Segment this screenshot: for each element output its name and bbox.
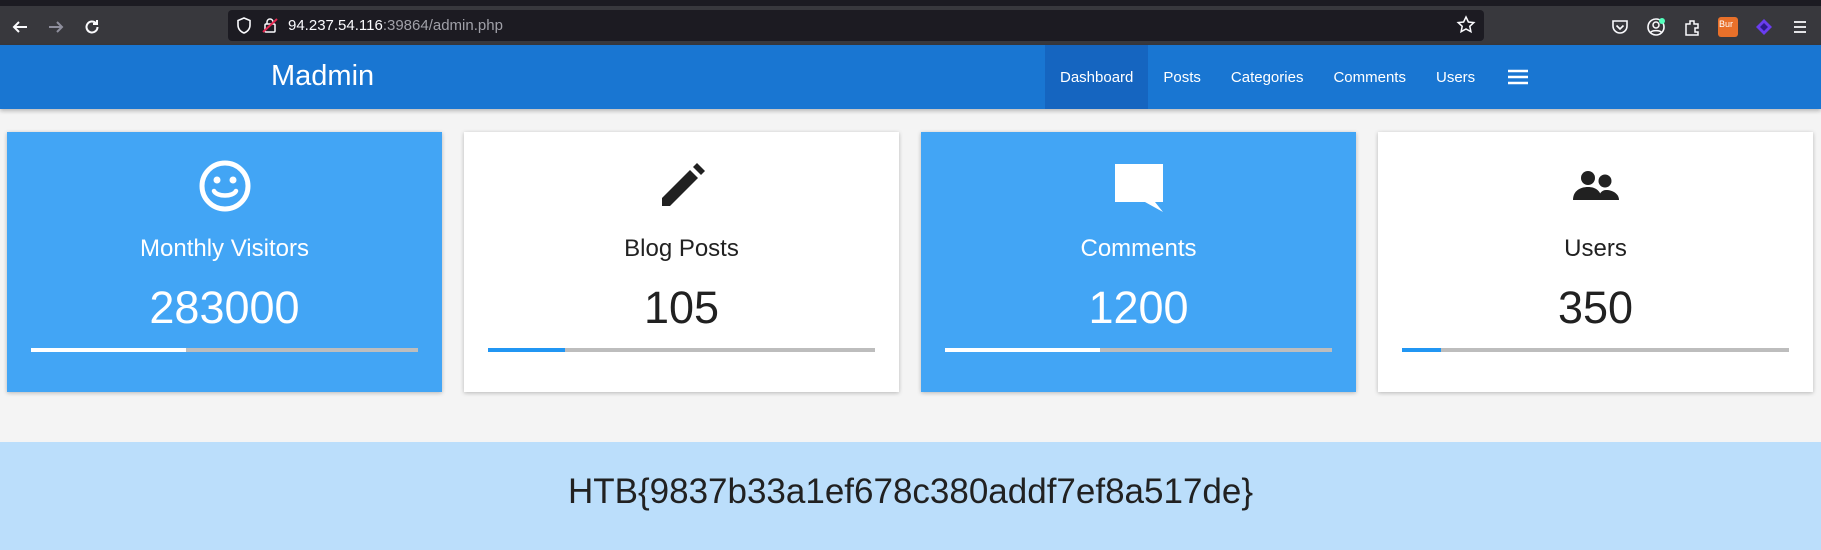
- comment-icon: [1114, 164, 1163, 212]
- browser-toolbar: 94.237.54.116:39864/admin.php Bur: [0, 0, 1821, 45]
- address-bar[interactable]: 94.237.54.116:39864/admin.php: [228, 10, 1484, 41]
- card-value: 1200: [1088, 282, 1189, 333]
- reload-icon: [85, 20, 99, 34]
- foxyproxy-icon[interactable]: [1752, 15, 1776, 39]
- extensions-icon[interactable]: [1680, 15, 1704, 39]
- forward-arrow-icon: [49, 21, 64, 33]
- progress-bar: [1402, 348, 1789, 352]
- main-nav: Dashboard Posts Categories Comments User…: [1045, 45, 1546, 109]
- progress-bar: [31, 348, 418, 352]
- burp-badge-text: Bur: [1719, 19, 1733, 29]
- burp-extension-icon[interactable]: Bur: [1716, 15, 1740, 39]
- url-path: :39864/admin.php: [382, 17, 503, 34]
- progress-fill: [945, 348, 1100, 352]
- card-value: 105: [643, 282, 720, 333]
- url-text: 94.237.54.116:39864/admin.php: [288, 17, 503, 34]
- card-comments: Comments 1200: [921, 132, 1356, 392]
- flag-text: HTB{9837b33a1ef678c380addf7ef8a517de}: [567, 472, 1254, 511]
- progress-bar: [945, 348, 1332, 352]
- progress-fill: [488, 348, 566, 352]
- card-value: 283000: [149, 282, 300, 333]
- bookmark-star-icon[interactable]: [1456, 15, 1476, 35]
- url-host: 94.237.54.116: [288, 17, 383, 34]
- back-arrow-icon: [12, 21, 27, 33]
- nav-dashboard[interactable]: Dashboard: [1045, 45, 1149, 109]
- card-blog-posts: Blog Posts 105: [464, 132, 899, 392]
- nav-users[interactable]: Users: [1421, 45, 1490, 109]
- shield-icon[interactable]: [236, 17, 252, 34]
- pencil-icon: [661, 163, 705, 206]
- card-value: 350: [1557, 282, 1634, 333]
- smiley-icon: [199, 160, 250, 212]
- progress-fill: [31, 348, 186, 352]
- hamburger-menu-icon[interactable]: [1490, 45, 1546, 109]
- card-monthly-visitors: Monthly Visitors 283000: [7, 132, 442, 392]
- forward-button[interactable]: [43, 14, 69, 40]
- app-menu-icon[interactable]: [1788, 15, 1812, 39]
- users-icon: [1572, 171, 1619, 200]
- reload-button[interactable]: [79, 14, 105, 40]
- card-label: Comments: [1080, 235, 1197, 262]
- stats-cards: Monthly Visitors 283000 Blog Posts 105 C…: [0, 132, 1821, 394]
- pocket-icon[interactable]: [1608, 15, 1632, 39]
- nav-categories[interactable]: Categories: [1216, 45, 1319, 109]
- back-button[interactable]: [7, 14, 33, 40]
- account-icon[interactable]: [1644, 15, 1668, 39]
- nav-posts[interactable]: Posts: [1148, 45, 1216, 109]
- card-label: Monthly Visitors: [140, 235, 309, 262]
- card-label: Blog Posts: [624, 235, 739, 262]
- card-users: Users 350: [1378, 132, 1813, 392]
- card-label: Users: [1564, 235, 1627, 262]
- progress-fill: [1402, 348, 1441, 352]
- brand-title[interactable]: Madmin: [271, 60, 374, 93]
- app-header: Madmin Dashboard Posts Categories Commen…: [0, 45, 1821, 109]
- progress-bar: [488, 348, 875, 352]
- flag-banner: HTB{9837b33a1ef678c380addf7ef8a517de}: [0, 442, 1821, 550]
- insecure-lock-icon[interactable]: [262, 17, 278, 34]
- tab-strip: [0, 0, 1821, 6]
- nav-comments[interactable]: Comments: [1318, 45, 1421, 109]
